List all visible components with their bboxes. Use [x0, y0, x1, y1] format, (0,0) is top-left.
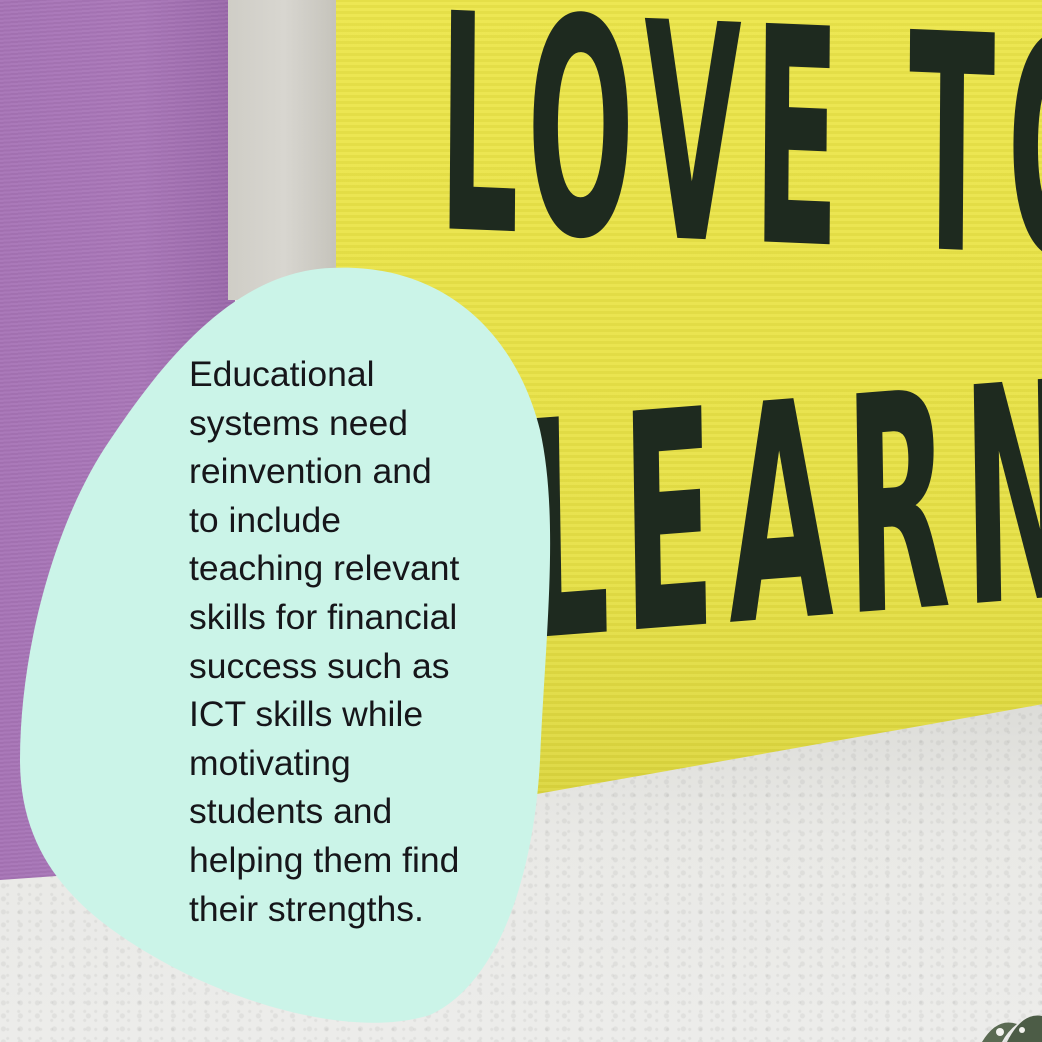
caption-line: systems need — [189, 402, 409, 443]
caption-line: Educational — [189, 354, 375, 394]
caption-line: reinvention and — [189, 451, 432, 492]
mint-blob-shape — [20, 267, 551, 1023]
caption-line: students and — [189, 791, 393, 832]
caption-line: motivating — [189, 742, 351, 783]
caption-text: Educational systems need reinvention and… — [189, 350, 519, 933]
photo-background: LOVE TO LEARN Educational systems need r… — [0, 0, 1042, 1042]
caption-line: to include — [189, 499, 341, 540]
caption-line: skills for financial — [189, 596, 458, 637]
caption-line: teaching relevant — [189, 548, 460, 589]
caption-line: ICT skills while — [189, 694, 424, 735]
caption-line: their strengths. — [189, 888, 424, 929]
caption-line: helping them find — [189, 839, 460, 880]
caption-line: success such as — [189, 645, 450, 686]
